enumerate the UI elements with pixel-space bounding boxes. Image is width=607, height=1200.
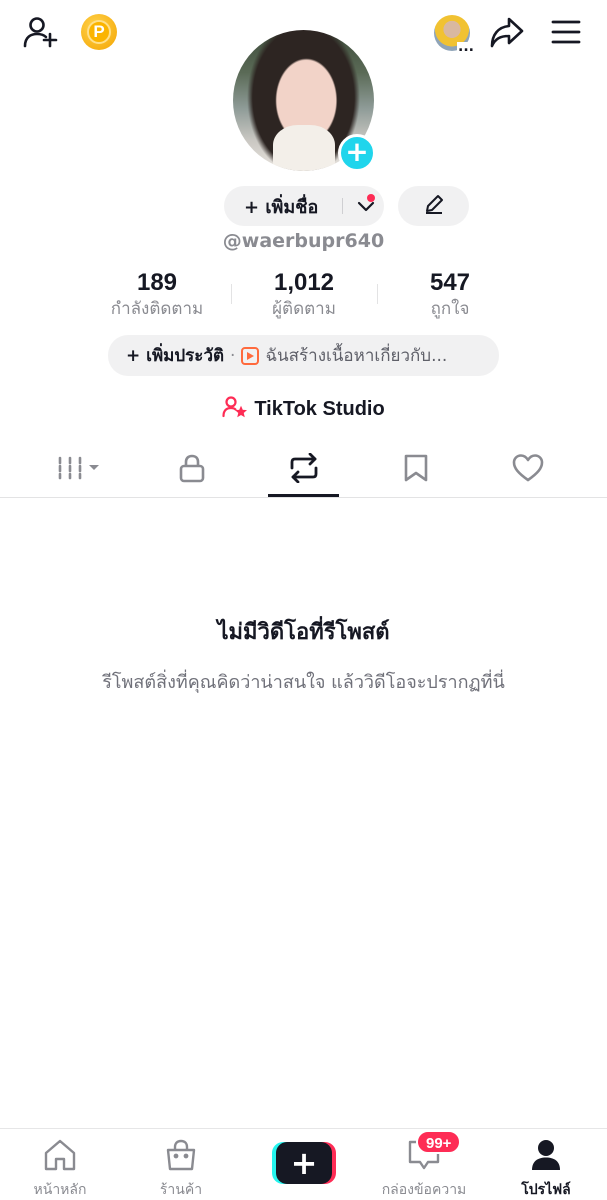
likes-count: 547 — [429, 269, 471, 296]
followers-label: ผู้ติดตาม — [272, 299, 336, 319]
shopping-bag-icon — [131, 1137, 231, 1173]
nav-home[interactable]: หน้าหลัก — [10, 1137, 110, 1198]
stat-divider — [377, 284, 378, 304]
play-box-icon — [241, 346, 260, 365]
pencil-icon — [423, 193, 445, 219]
tab-reposts[interactable] — [268, 442, 340, 498]
tab-favorites[interactable] — [380, 442, 452, 498]
nav-inbox-label: กล่องข้อความ — [381, 1182, 467, 1198]
notification-dot — [367, 194, 375, 202]
following-stat[interactable]: 189 กำลังติดตาม — [95, 268, 219, 320]
avatar-add-button[interactable]: + — [338, 134, 376, 172]
home-icon — [10, 1137, 110, 1173]
create-button[interactable]: + — [272, 1142, 336, 1184]
stats-row: 189 กำลังติดตาม 1,012 ผู้ติดตาม 547 ถูกใ… — [0, 268, 607, 324]
pill-divider — [342, 198, 343, 214]
followers-count: 1,012 — [273, 269, 335, 296]
tiktok-studio-link[interactable]: TikTok Studio — [0, 394, 607, 424]
create-plus: + — [276, 1142, 332, 1184]
nav-shop[interactable]: ร้านค้า — [131, 1137, 231, 1198]
more-dots: ... — [457, 39, 475, 55]
nav-home-label: หน้าหลัก — [33, 1182, 87, 1198]
add-friend-icon[interactable] — [20, 14, 60, 50]
account-switcher-avatar[interactable]: ... — [431, 14, 475, 55]
nav-shop-label: ร้านค้า — [159, 1182, 203, 1198]
hamburger-icon[interactable] — [548, 14, 584, 50]
coin-icon[interactable]: P — [81, 14, 117, 50]
following-label: กำลังติดตาม — [110, 299, 204, 319]
tab-liked[interactable] — [492, 442, 564, 498]
add-name-button[interactable]: + เพิ่มชื่อ — [224, 186, 384, 226]
repost-icon — [287, 452, 321, 487]
username: @waerbupr640 — [222, 230, 385, 252]
bookmark-icon — [403, 453, 429, 487]
followers-stat[interactable]: 1,012 ผู้ติดตาม — [242, 268, 366, 320]
likes-label: ถูกใจ — [430, 299, 470, 319]
grid-icon — [57, 454, 103, 486]
content-tabs — [0, 442, 607, 498]
coin-label: P — [87, 20, 111, 44]
empty-state-title: ไม่มีวิดีโอที่รีโพสต์ — [217, 620, 390, 645]
bio-pill[interactable]: + เพิ่มประวัติ · ฉันสร้างเนื้อหาเกี่ยวกั… — [108, 335, 499, 376]
tab-videos[interactable] — [44, 442, 116, 498]
add-bio-label[interactable]: + เพิ่มประวัติ — [126, 342, 224, 369]
nav-profile-label: โปรไฟล์ — [521, 1182, 571, 1198]
likes-stat[interactable]: 547 ถูกใจ — [390, 268, 510, 320]
nav-profile[interactable]: โปรไฟล์ — [496, 1137, 596, 1198]
profile-person-icon — [496, 1137, 596, 1173]
lock-icon — [178, 453, 206, 487]
edit-profile-button[interactable] — [398, 186, 469, 226]
studio-label: TikTok Studio — [254, 397, 385, 420]
add-name-label: + เพิ่มชื่อ — [244, 196, 319, 218]
stat-divider — [231, 284, 232, 304]
heart-icon — [512, 453, 544, 487]
inbox-badge: 99+ — [416, 1130, 462, 1154]
empty-state-subtitle: รีโพสต์สิ่งที่คุณคิดว่าน่าสนใจ แล้ววิดีโ… — [102, 672, 505, 693]
bottom-nav: หน้าหลัก ร้านค้า + กล่องข้อความ โปรไฟล์ — [0, 1128, 607, 1200]
studio-person-star-icon — [222, 395, 248, 423]
following-count: 189 — [136, 269, 178, 296]
active-tab-indicator — [268, 494, 339, 497]
share-icon[interactable] — [488, 14, 526, 50]
bio-separator: · — [230, 345, 236, 366]
tab-private[interactable] — [156, 442, 228, 498]
creator-category-text[interactable]: ฉันสร้างเนื้อหาเกี่ยวกับ... — [265, 342, 447, 369]
